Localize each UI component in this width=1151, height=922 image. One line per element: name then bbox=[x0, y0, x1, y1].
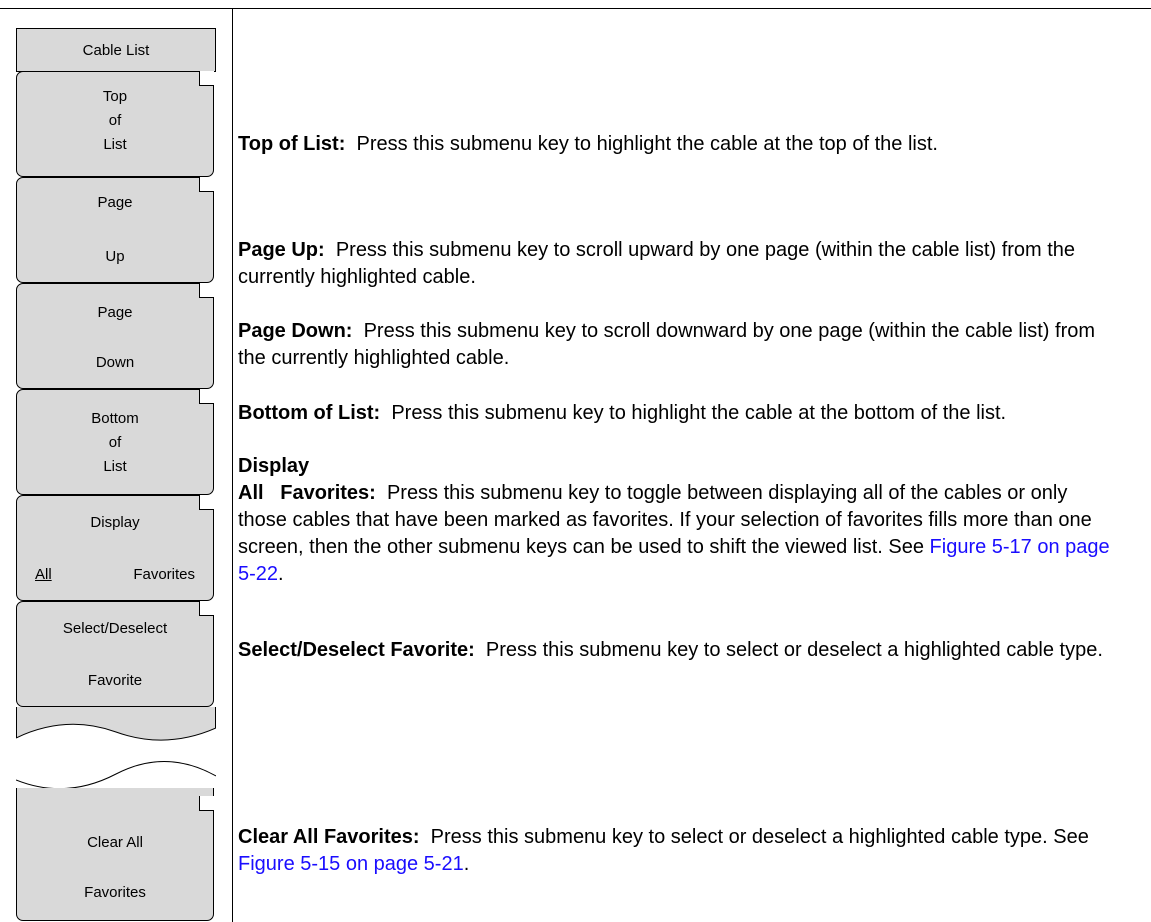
key-label-line3: Favorite bbox=[87, 672, 143, 689]
desc-term: Bottom of List: bbox=[238, 402, 381, 424]
toggle-option-favorites: Favorites bbox=[133, 566, 195, 583]
desc-heading: Display bbox=[238, 455, 310, 477]
desc-period: . bbox=[278, 563, 284, 585]
desc-text: Press this submenu key to scroll upward … bbox=[238, 239, 1076, 288]
top-of-list-button[interactable]: Top of List bbox=[16, 71, 214, 177]
key-label-line1: Display bbox=[90, 514, 140, 531]
desc-select-deselect: Select/Deselect Favorite: Press this sub… bbox=[238, 637, 1118, 664]
desc-term: Top of List: bbox=[238, 133, 346, 155]
desc-page-up: Page Up: Press this submenu key to scrol… bbox=[238, 237, 1118, 291]
desc-top-of-list: Top of List: Press this submenu key to h… bbox=[238, 131, 1118, 158]
desc-text: Press this submenu key to highlight the … bbox=[391, 402, 1007, 424]
break-mark bbox=[16, 723, 216, 790]
column-divider bbox=[232, 8, 233, 922]
key-label-line1: Top bbox=[102, 88, 128, 105]
desc-term: All Favorites: bbox=[238, 482, 376, 504]
desc-term: Page Up: bbox=[238, 239, 325, 261]
page-down-button[interactable]: Page Down bbox=[16, 283, 214, 389]
desc-page-down: Page Down: Press this submenu key to scr… bbox=[238, 318, 1118, 372]
toggle-option-all: All bbox=[35, 566, 52, 583]
key-label-line3: List bbox=[103, 458, 127, 475]
desc-term: Page Down: bbox=[238, 320, 353, 342]
select-deselect-favorite-button[interactable]: Select/Deselect Favorite bbox=[16, 601, 214, 707]
key-label-line1: Page bbox=[97, 304, 133, 321]
key-label-line1: Page bbox=[97, 194, 133, 211]
key-label-line1: Bottom bbox=[91, 410, 139, 427]
key-label-line1: Select/Deselect bbox=[62, 620, 168, 637]
key-label-line1: Clear All bbox=[87, 834, 143, 851]
menu-title-label: Cable List bbox=[82, 41, 150, 59]
key-label-line2: of bbox=[108, 112, 122, 129]
figure-link[interactable]: Figure 5-15 on page 5-21 bbox=[238, 853, 464, 875]
desc-text: Press this submenu key to scroll downwar… bbox=[238, 320, 1096, 369]
menu-title: Cable List bbox=[16, 28, 216, 72]
key-label-line3: Up bbox=[105, 248, 125, 265]
desc-text: Press this submenu key to select or dese… bbox=[430, 826, 1089, 848]
desc-text: Press this submenu key to highlight the … bbox=[356, 133, 938, 155]
desc-text: Press this submenu key to select or dese… bbox=[485, 639, 1103, 661]
desc-bottom-of-list: Bottom of List: Press this submenu key t… bbox=[238, 400, 1118, 427]
bottom-of-list-button[interactable]: Bottom of List bbox=[16, 389, 214, 495]
page-up-button[interactable]: Page Up bbox=[16, 177, 214, 283]
desc-period: . bbox=[463, 853, 470, 875]
desc-display: Display All Favorites: Press this submen… bbox=[238, 453, 1118, 588]
key-label-line3: Down bbox=[95, 354, 135, 371]
clear-all-favorites-button[interactable]: Clear All Favorites bbox=[16, 788, 214, 921]
desc-term: Clear All Favorites: bbox=[238, 826, 420, 848]
key-label-line3: Favorites bbox=[84, 884, 146, 901]
desc-term: Select/Deselect Favorite: bbox=[238, 639, 475, 661]
top-rule bbox=[0, 8, 1151, 9]
key-label-line2: of bbox=[108, 434, 122, 451]
key-label-line3: List bbox=[103, 136, 127, 153]
display-toggle-button[interactable]: Display All Favorites bbox=[16, 495, 214, 601]
desc-clear-all: Clear All Favorites: Press this submenu … bbox=[238, 824, 1118, 878]
